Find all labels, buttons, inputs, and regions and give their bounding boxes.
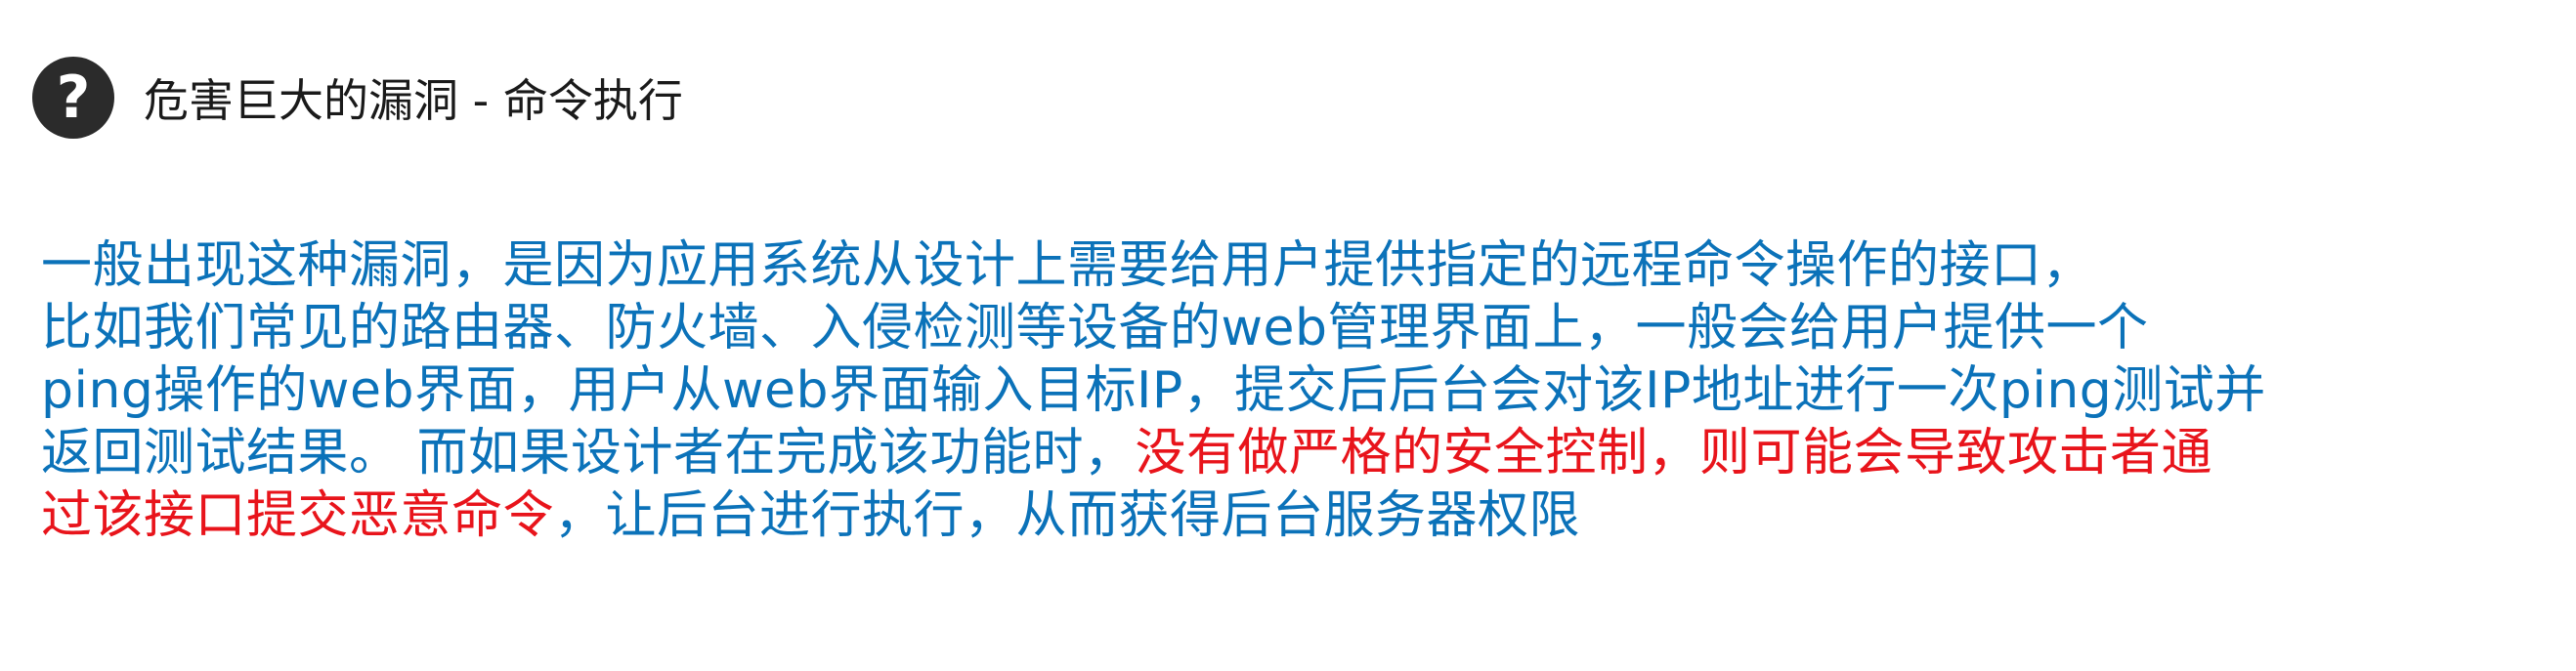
paragraph-line-1: 一般出现这种漏洞，是因为应用系统从设计上需要给用户提供指定的远程命令操作的接口， (41, 236, 2094, 295)
paragraph-line-2: 比如我们常见的路由器、防火墙、入侵检测等设备的web管理界面上，一般会给用户提供… (41, 299, 2149, 357)
paragraph-line-5: 过该接口提交恶意命令，让后台进行执行，从而获得后台服务器权限 (41, 484, 2562, 547)
paragraph-line-4: 返回测试结果。 而如果设计者在完成该功能时，没有做严格的安全控制，则可能会导致攻… (41, 422, 2562, 484)
paragraph-line-4-normal: 返回测试结果。 而如果设计者在完成该功能时， (41, 424, 1136, 482)
paragraph-line-5-normal: ，让后台进行执行，从而获得后台服务器权限 (554, 486, 1581, 545)
slide-title: 危害巨大的漏洞 - 命令执行 (144, 74, 683, 127)
paragraph-line-5-highlight: 过该接口提交恶意命令 (41, 486, 555, 545)
paragraph-line-4-highlight: 没有做严格的安全控制，则可能会导致攻击者通 (1135, 424, 2213, 482)
slide-header: ? 危害巨大的漏洞 - 命令执行 (32, 57, 683, 139)
paragraph-line-3: ping操作的web界面，用户从web界面输入目标IP，提交后后台会对该IP地址… (41, 361, 2266, 420)
description-paragraph: 一般出现这种漏洞，是因为应用系统从设计上需要给用户提供指定的远程命令操作的接口，… (41, 234, 2562, 547)
question-circle-icon: ? (32, 57, 114, 139)
